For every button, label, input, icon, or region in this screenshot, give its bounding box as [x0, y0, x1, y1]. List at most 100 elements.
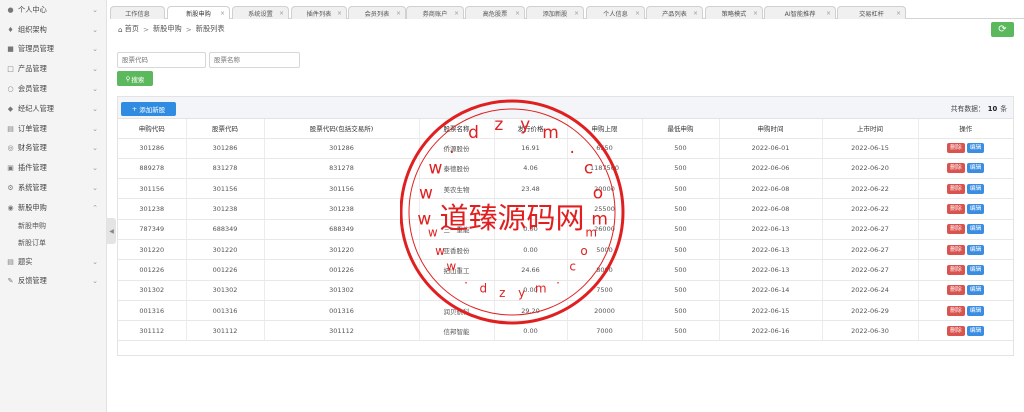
tab[interactable]: 插件列表 × [291, 6, 347, 19]
system-icon: ⚙ [7, 184, 14, 193]
chevron-down-icon: ⌄ [92, 124, 98, 133]
sidebar-item[interactable]: □ 产品管理 ⌄ [0, 59, 106, 79]
table-row: 301156 301156 301156 美农生物 23.48 20000 500 2022-… [118, 178, 1013, 200]
edit-button[interactable]: 编辑 [966, 204, 985, 215]
table-row: 301220 301220 301220 亚香股份 0.00 5000 500 2022-06… [118, 239, 1013, 261]
add-stock-button[interactable]: + 添加新股 [121, 102, 176, 116]
sidebar-item[interactable]: ✎ 反馈管理 ⌄ [0, 272, 106, 292]
table-cell: 2022-06-27 [822, 239, 919, 261]
table-cell: 301238 [186, 198, 265, 220]
table-cell: 2022-06-13 [719, 259, 823, 281]
tab[interactable]: 高危股票 × [465, 6, 525, 19]
tab[interactable]: 个人信息 × [586, 6, 645, 19]
delete-button[interactable]: 删除 [947, 305, 965, 316]
tab[interactable]: AI智能推荐 × [764, 6, 836, 19]
table-cell: 0.00 [494, 219, 568, 240]
tab[interactable]: 工作信息 [110, 6, 165, 19]
close-icon[interactable]: × [454, 10, 459, 17]
tab[interactable]: 新股申购 × [167, 6, 230, 19]
table-cell: 301112 [186, 320, 265, 342]
breadcrumb-level1[interactable]: 新股申购 [153, 24, 182, 34]
edit-button[interactable]: 编辑 [966, 143, 985, 154]
table-cell [494, 198, 568, 220]
table-cell [419, 280, 495, 301]
tab[interactable]: 策略模式 × [705, 6, 763, 19]
delete-button[interactable]: 删除 [947, 325, 965, 336]
sidebar-item[interactable]: ◆ 经纪人管理 ⌄ [0, 99, 106, 119]
delete-button[interactable]: 删除 [947, 183, 965, 194]
tab[interactable]: 会员列表 × [348, 6, 406, 19]
sidebar-item-label: 系统管理 [18, 183, 47, 193]
edit-button[interactable]: 编辑 [966, 224, 985, 235]
sidebar-item[interactable]: ▣ 插件管理 ⌄ [0, 158, 106, 178]
tab[interactable]: 添加新股 × [526, 6, 584, 19]
search-button-label: 搜索 [131, 75, 145, 84]
sidebar-item[interactable]: ▤ 题实 ⌄ [0, 252, 106, 272]
table-cell: 301302 [186, 280, 265, 301]
close-icon[interactable]: × [220, 10, 225, 17]
tab-bar: 工作信息 新股申购 × 系统设置 × 插件列表 × 会员列表 × 券商账户 × 高危股票 × 添加新股 × 个… [110, 6, 1024, 19]
table-cell: 500 [642, 158, 720, 180]
edit-button[interactable]: 编辑 [966, 264, 985, 275]
sidebar-item[interactable]: ■ 管理员管理 ⌄ [0, 40, 106, 60]
sidebar-item[interactable]: ● 个人中心 ⌄ [0, 0, 106, 20]
edit-button[interactable]: 编辑 [966, 163, 985, 174]
close-icon[interactable]: × [896, 10, 901, 17]
close-icon[interactable]: × [337, 10, 342, 17]
delete-button[interactable]: 删除 [947, 224, 965, 235]
plugin-icon: ▣ [7, 164, 14, 173]
sidebar-item-label: 会员管理 [18, 84, 47, 94]
close-icon[interactable]: × [574, 10, 579, 17]
tab-label: 新股申购 [186, 10, 211, 18]
table-actions: 删除 编辑 [918, 219, 1013, 240]
table-actions: 删除 编辑 [918, 280, 1013, 301]
table-cell: 500 [642, 198, 720, 220]
close-icon[interactable]: × [693, 10, 698, 17]
close-icon[interactable]: × [279, 10, 284, 17]
delete-button[interactable]: 删除 [947, 143, 965, 154]
sidebar-subitem[interactable]: 新股订单 [0, 235, 106, 252]
table-cell: 500 [642, 259, 720, 281]
breadcrumb-home[interactable]: 首页 [125, 24, 139, 34]
delete-button[interactable]: 删除 [947, 163, 965, 174]
finance-icon: ◎ [7, 144, 14, 153]
close-icon[interactable]: × [635, 10, 640, 17]
tab[interactable]: 交易杠杆 × [837, 6, 906, 19]
sidebar-item-label: 管理员管理 [18, 44, 54, 54]
sidebar-item[interactable]: ♦ 组织架构 ⌄ [0, 20, 106, 40]
delete-button[interactable]: 删除 [947, 264, 965, 275]
delete-button[interactable]: 删除 [947, 204, 965, 215]
refresh-button[interactable]: ⟳ [991, 22, 1014, 37]
stock-name-input[interactable] [209, 52, 300, 68]
table-row: 889278 831278 831278 泰德股份 4.06 1187500 500 2022… [118, 158, 1013, 180]
table-cell: 0.00 [494, 280, 568, 301]
edit-button[interactable]: 编辑 [966, 325, 985, 336]
sidebar-item[interactable]: ▤ 订单管理 ⌄ [0, 119, 106, 139]
sidebar-subitem[interactable]: 新股申购 [0, 218, 106, 235]
tab[interactable]: 产品列表 × [646, 6, 703, 19]
delete-button[interactable]: 删除 [947, 285, 965, 296]
sidebar-item[interactable]: ○ 会员管理 ⌄ [0, 79, 106, 99]
tab[interactable]: 券商账户 × [406, 6, 464, 19]
edit-button[interactable]: 编辑 [966, 305, 985, 316]
close-icon[interactable]: × [826, 10, 831, 17]
close-icon[interactable]: × [396, 10, 401, 17]
table-cell: 301156 [264, 178, 420, 200]
sidebar-item[interactable]: ⚙ 系统管理 ⌄ [0, 178, 106, 198]
close-icon[interactable]: × [515, 10, 520, 17]
sidebar-collapse-handle[interactable]: ◀ [107, 218, 116, 244]
table-cell: 787349 [118, 219, 187, 240]
edit-button[interactable]: 编辑 [966, 183, 985, 194]
tab[interactable]: 系统设置 × [232, 6, 289, 19]
table-cell: 301286 [264, 138, 420, 159]
table-cell: 301112 [118, 320, 187, 342]
search-button[interactable]: ⚲ 搜索 [117, 71, 153, 86]
delete-button[interactable]: 删除 [947, 244, 965, 255]
edit-button[interactable]: 编辑 [966, 285, 985, 296]
edit-button[interactable]: 编辑 [966, 244, 985, 255]
chevron-down-icon: ⌄ [92, 184, 98, 193]
stock-code-input[interactable] [117, 52, 206, 68]
sidebar-item[interactable]: ◉ 新股申购 ⌃ [0, 198, 106, 218]
close-icon[interactable]: × [753, 10, 758, 17]
sidebar-item[interactable]: ◎ 财务管理 ⌄ [0, 139, 106, 159]
